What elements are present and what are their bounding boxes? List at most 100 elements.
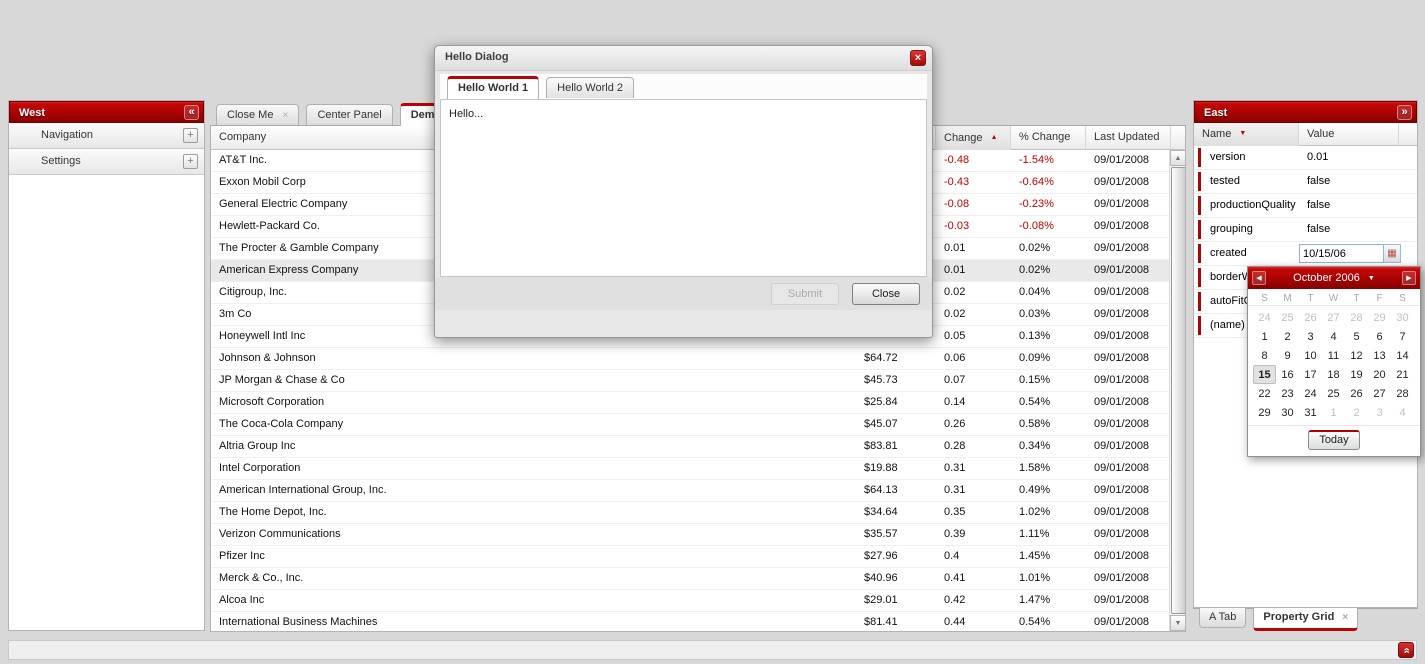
calendar-day[interactable]: 11 — [1322, 346, 1345, 365]
calendar-day[interactable]: 25 — [1276, 308, 1299, 327]
calendar-day[interactable]: 29 — [1368, 308, 1391, 327]
scroll-down-icon[interactable]: ▼ — [1170, 615, 1186, 631]
property-row[interactable]: groupingfalse — [1194, 218, 1417, 242]
calendar-day[interactable]: 19 — [1345, 365, 1368, 384]
tab-hello-world-2[interactable]: Hello World 2 — [546, 77, 634, 98]
calendar-day[interactable]: 10 — [1299, 346, 1322, 365]
calendar-trigger-icon[interactable]: ▦ — [1384, 244, 1401, 263]
calendar-day[interactable]: 27 — [1322, 308, 1345, 327]
next-month-icon[interactable]: ▶ — [1402, 271, 1416, 285]
table-row[interactable]: Intel Corporation$19.880.311.58%09/01/20… — [211, 458, 1171, 480]
calendar-day[interactable]: 3 — [1299, 327, 1322, 346]
date-picker-header: ◀ October 2006 ▼ ▶ — [1248, 267, 1420, 289]
calendar-day[interactable]: 22 — [1253, 384, 1276, 403]
sidebar-item-navigation[interactable]: Navigation + — [9, 123, 204, 149]
today-button[interactable]: Today — [1308, 430, 1360, 450]
calendar-day[interactable]: 7 — [1391, 327, 1414, 346]
cell-date: 09/01/2008 — [1086, 304, 1171, 325]
calendar-day[interactable]: 6 — [1368, 327, 1391, 346]
calendar-day[interactable]: 31 — [1299, 403, 1322, 422]
close-icon[interactable]: × — [283, 110, 289, 121]
table-row[interactable]: Johnson & Johnson$64.720.060.09%09/01/20… — [211, 348, 1171, 370]
date-picker-footer: Today — [1248, 425, 1420, 456]
property-row[interactable]: created▦ — [1194, 242, 1417, 266]
sidebar-item-settings[interactable]: Settings + — [9, 149, 204, 175]
calendar-day[interactable]: 4 — [1391, 403, 1414, 422]
calendar-day[interactable]: 21 — [1391, 365, 1414, 384]
submit-button[interactable]: Submit — [771, 283, 839, 305]
calendar-day[interactable]: 3 — [1368, 403, 1391, 422]
month-year-button[interactable]: October 2006 ▼ — [1293, 272, 1375, 284]
calendar-day[interactable]: 25 — [1322, 384, 1345, 403]
calendar-day[interactable]: 1 — [1253, 327, 1276, 346]
calendar-day[interactable]: 1 — [1322, 403, 1345, 422]
tab-hello-world-1[interactable]: Hello World 1 — [447, 76, 539, 99]
calendar-day[interactable]: 4 — [1322, 327, 1345, 346]
calendar-day[interactable]: 27 — [1368, 384, 1391, 403]
calendar-day[interactable]: 20 — [1368, 365, 1391, 384]
close-icon[interactable]: × — [910, 50, 926, 66]
calendar-day[interactable]: 23 — [1276, 384, 1299, 403]
close-icon[interactable]: × — [1342, 612, 1348, 623]
calendar-day[interactable]: 8 — [1253, 346, 1276, 365]
calendar-day[interactable]: 18 — [1322, 365, 1345, 384]
table-row[interactable]: American International Group, Inc.$64.13… — [211, 480, 1171, 502]
table-row[interactable]: Alcoa Inc$29.010.421.47%09/01/2008 — [211, 590, 1171, 612]
table-row[interactable]: Microsoft Corporation$25.840.140.54%09/0… — [211, 392, 1171, 414]
calendar-day[interactable]: 17 — [1299, 365, 1322, 384]
tab-property-grid[interactable]: Property Grid × — [1253, 608, 1358, 631]
tab-close-me[interactable]: Close Me × — [216, 104, 299, 125]
table-row[interactable]: Verizon Communications$35.570.391.11%09/… — [211, 524, 1171, 546]
expand-up-icon[interactable]: « — [1398, 642, 1414, 658]
scroll-up-icon[interactable]: ▲ — [1170, 150, 1186, 166]
calendar-day[interactable]: 28 — [1345, 308, 1368, 327]
table-row[interactable]: International Business Machines$81.410.4… — [211, 612, 1171, 631]
calendar-day[interactable]: 2 — [1276, 327, 1299, 346]
calendar-day[interactable]: 5 — [1345, 327, 1368, 346]
column-header-value[interactable]: Value — [1299, 123, 1399, 146]
weekday-label: W — [1322, 293, 1345, 304]
collapse-right-icon[interactable]: » — [1397, 105, 1412, 120]
table-row[interactable]: The Coca-Cola Company$45.070.260.58%09/0… — [211, 414, 1171, 436]
calendar-day[interactable]: 2 — [1345, 403, 1368, 422]
table-row[interactable]: Pfizer Inc$27.960.41.45%09/01/2008 — [211, 546, 1171, 568]
table-row[interactable]: JP Morgan & Chase & Co$45.730.070.15%09/… — [211, 370, 1171, 392]
column-header-name[interactable]: Name ▼ — [1194, 123, 1299, 146]
calendar-day[interactable]: 13 — [1368, 346, 1391, 365]
column-label: Name — [1202, 128, 1231, 140]
expand-plus-icon[interactable]: + — [183, 154, 198, 169]
calendar-day[interactable]: 24 — [1253, 308, 1276, 327]
scrollbar-thumb[interactable] — [1171, 167, 1186, 614]
column-header-change[interactable]: Change ▲ — [936, 126, 1011, 150]
calendar-day[interactable]: 9 — [1276, 346, 1299, 365]
calendar-day[interactable]: 29 — [1253, 403, 1276, 422]
calendar-day[interactable]: 30 — [1276, 403, 1299, 422]
calendar-day[interactable]: 15 — [1253, 365, 1276, 384]
property-row[interactable]: testedfalse — [1194, 170, 1417, 194]
table-row[interactable]: Merck & Co., Inc.$40.960.411.01%09/01/20… — [211, 568, 1171, 590]
dialog-titlebar[interactable]: Hello Dialog × — [435, 46, 932, 71]
tab-center-panel[interactable]: Center Panel — [306, 104, 392, 125]
property-row[interactable]: productionQualityfalse — [1194, 194, 1417, 218]
close-button[interactable]: Close — [852, 283, 920, 305]
calendar-day[interactable]: 24 — [1299, 384, 1322, 403]
created-date-input[interactable] — [1299, 244, 1384, 263]
calendar-day[interactable]: 14 — [1391, 346, 1414, 365]
calendar-day[interactable]: 12 — [1345, 346, 1368, 365]
table-row[interactable]: Altria Group Inc$83.810.280.34%09/01/200… — [211, 436, 1171, 458]
tab-a-tab[interactable]: A Tab — [1199, 608, 1246, 628]
table-row[interactable]: The Home Depot, Inc.$34.640.351.02%09/01… — [211, 502, 1171, 524]
calendar-day[interactable]: 28 — [1391, 384, 1414, 403]
column-header-pct-change[interactable]: % Change — [1011, 126, 1086, 150]
prev-month-icon[interactable]: ◀ — [1252, 271, 1266, 285]
property-row[interactable]: version0.01 — [1194, 146, 1417, 170]
column-header-last-updated[interactable]: Last Updated — [1086, 126, 1171, 150]
calendar-day[interactable]: 30 — [1391, 308, 1414, 327]
calendar-day[interactable]: 26 — [1299, 308, 1322, 327]
collapse-left-icon[interactable]: « — [184, 105, 199, 120]
vertical-scrollbar[interactable]: ▲ ▼ — [1169, 150, 1185, 631]
expand-plus-icon[interactable]: + — [183, 128, 198, 143]
cell-pct: 1.47% — [1011, 590, 1086, 611]
calendar-day[interactable]: 16 — [1276, 365, 1299, 384]
calendar-day[interactable]: 26 — [1345, 384, 1368, 403]
